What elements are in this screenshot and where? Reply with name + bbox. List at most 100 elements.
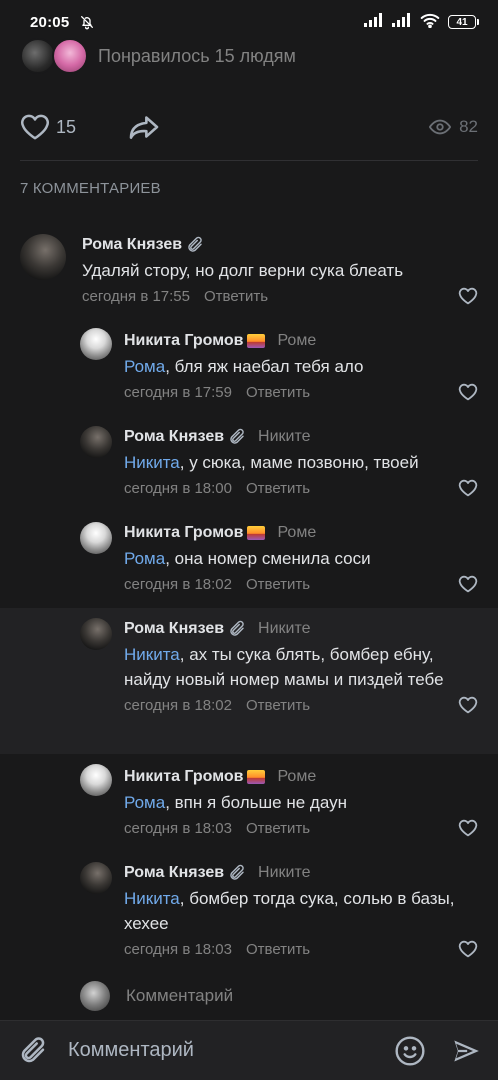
mention-link[interactable]: Рома (124, 793, 165, 812)
comment-like-button[interactable] (458, 819, 478, 837)
reply-to[interactable]: Никите (258, 864, 310, 882)
heart-icon (20, 113, 50, 141)
comment-author[interactable]: Рома Князев (124, 620, 224, 638)
bell-off-icon (79, 14, 95, 30)
likes-summary-text: Понравилось 15 людям (98, 45, 296, 66)
reply-button[interactable]: Ответить (246, 941, 310, 958)
comment-body: Никита Громов Роме Рома, она номер смени… (124, 522, 478, 595)
comment-time: сегодня в 18:03 (124, 940, 232, 958)
paperclip-icon (228, 428, 246, 446)
reply-to[interactable]: Роме (277, 332, 316, 350)
comment-input[interactable]: Комментарий (68, 1039, 394, 1062)
attach-button[interactable] (18, 1036, 48, 1066)
mention-link[interactable]: Никита (124, 645, 180, 664)
avatar[interactable] (80, 764, 112, 796)
comment-text-content: , впн я больше не даун (165, 793, 347, 812)
comment-meta: сегодня в 18:02 Ответить (124, 573, 478, 595)
likes-summary[interactable]: Понравилось 15 людям (20, 36, 296, 76)
comment-like-button[interactable] (458, 696, 478, 714)
comment-author[interactable]: Никита Громов (124, 524, 243, 542)
comment-like-button[interactable] (458, 287, 478, 305)
paperclip-icon (228, 620, 246, 638)
like-count: 15 (56, 116, 77, 137)
heart-icon (458, 287, 478, 305)
reply-button[interactable]: Ответить (246, 576, 310, 593)
comment-meta: сегодня в 18:03 Ответить (124, 817, 478, 839)
post-actions: 15 82 (20, 108, 478, 146)
comment-header: Рома Князев (82, 234, 478, 256)
reply-button[interactable]: Ответить (246, 820, 310, 837)
comment-like-button[interactable] (458, 940, 478, 958)
comment-text: Никита, у сюка, маме позвоню, твоей (124, 450, 478, 475)
reply-input-row[interactable]: Комментарий (80, 980, 233, 1012)
reply-to[interactable]: Роме (277, 524, 316, 542)
reply-button[interactable]: Ответить (246, 480, 310, 497)
paperclip-icon (228, 864, 246, 882)
avatar (52, 38, 88, 74)
comment-author[interactable]: Никита Громов (124, 332, 243, 350)
reply-to[interactable]: Роме (277, 768, 316, 786)
comment-time: сегодня в 17:55 (82, 287, 190, 305)
comment-author[interactable]: Рома Князев (82, 236, 182, 254)
comment: Никита Громов Роме Рома, бля яж наебал т… (0, 320, 498, 408)
avatar[interactable] (80, 328, 112, 360)
eye-icon (429, 119, 452, 135)
mention-link[interactable]: Рома (124, 357, 165, 376)
send-button[interactable] (452, 1037, 480, 1065)
reply-button[interactable]: Ответить (246, 384, 310, 401)
comment-header: Никита Громов Роме (124, 766, 478, 788)
comment-header: Рома Князев Никите (124, 618, 478, 640)
comment-text: Никита, бомбер тогда сука, солью в базы,… (124, 886, 478, 936)
comment: Рома Князев Никите Никита, у сюка, маме … (0, 416, 498, 504)
avatar[interactable] (80, 618, 112, 650)
comment: Рома Князев Удаляй стору, но долг верни … (0, 226, 498, 312)
heart-icon (458, 575, 478, 593)
share-button[interactable] (128, 114, 160, 140)
comment: Никита Громов Роме Рома, впн я больше не… (0, 756, 498, 844)
reply-to[interactable]: Никите (258, 620, 310, 638)
comment-like-button[interactable] (458, 479, 478, 497)
reply-to[interactable]: Никите (258, 428, 310, 446)
battery-icon: 41 (448, 15, 479, 29)
mention-link[interactable]: Никита (124, 453, 180, 472)
signal-icon (392, 13, 412, 31)
comment-meta: сегодня в 17:59 Ответить (124, 381, 478, 403)
avatar[interactable] (20, 234, 66, 280)
comment-body: Рома Князев Никите Никита, бомбер тогда … (124, 862, 478, 960)
comment-text: Никита, ах ты сука блять, бомбер ебну, н… (124, 642, 478, 692)
status-time: 20:05 (30, 13, 70, 31)
avatar[interactable] (80, 522, 112, 554)
mention-link[interactable]: Никита (124, 889, 180, 908)
comment-like-button[interactable] (458, 575, 478, 593)
comment-text: Удаляй стору, но долг верни сука блеать (82, 258, 478, 283)
paperclip-icon (186, 236, 204, 254)
comment-author[interactable]: Рома Князев (124, 864, 224, 882)
comment-meta: сегодня в 18:02 Ответить (124, 694, 478, 716)
comment-author[interactable]: Никита Громов (124, 768, 243, 786)
emoji-button[interactable] (394, 1035, 426, 1067)
mention-link[interactable]: Рома (124, 549, 165, 568)
sunset-emoji-icon (247, 526, 266, 540)
comment-author[interactable]: Рома Князев (124, 428, 224, 446)
comment-header: Рома Князев Никите (124, 862, 478, 884)
comment-text-content: , она номер сменила соси (165, 549, 371, 568)
comment-like-button[interactable] (458, 383, 478, 401)
comment-body: Рома Князев Никите Никита, ах ты сука бл… (124, 618, 478, 716)
reply-input-placeholder[interactable]: Комментарий (126, 986, 233, 1006)
comment-header: Рома Князев Никите (124, 426, 478, 448)
reply-button[interactable]: Ответить (246, 697, 310, 714)
sunset-emoji-icon (247, 770, 266, 784)
reply-button[interactable]: Ответить (204, 288, 268, 305)
avatar (80, 981, 110, 1011)
comment-header: Никита Громов Роме (124, 522, 478, 544)
comment-body: Никита Громов Роме Рома, бля яж наебал т… (124, 330, 478, 403)
comment-time: сегодня в 17:59 (124, 383, 232, 401)
avatar[interactable] (80, 862, 112, 894)
like-button[interactable]: 15 (20, 113, 76, 141)
heart-icon (458, 940, 478, 958)
comment-text-content: Удаляй стору, но долг верни сука блеать (82, 261, 404, 280)
avatar[interactable] (80, 426, 112, 458)
comment-meta: сегодня в 17:55 Ответить (82, 285, 478, 307)
comment-text: Рома, она номер сменила соси (124, 546, 478, 571)
views-counter: 82 (429, 117, 478, 137)
